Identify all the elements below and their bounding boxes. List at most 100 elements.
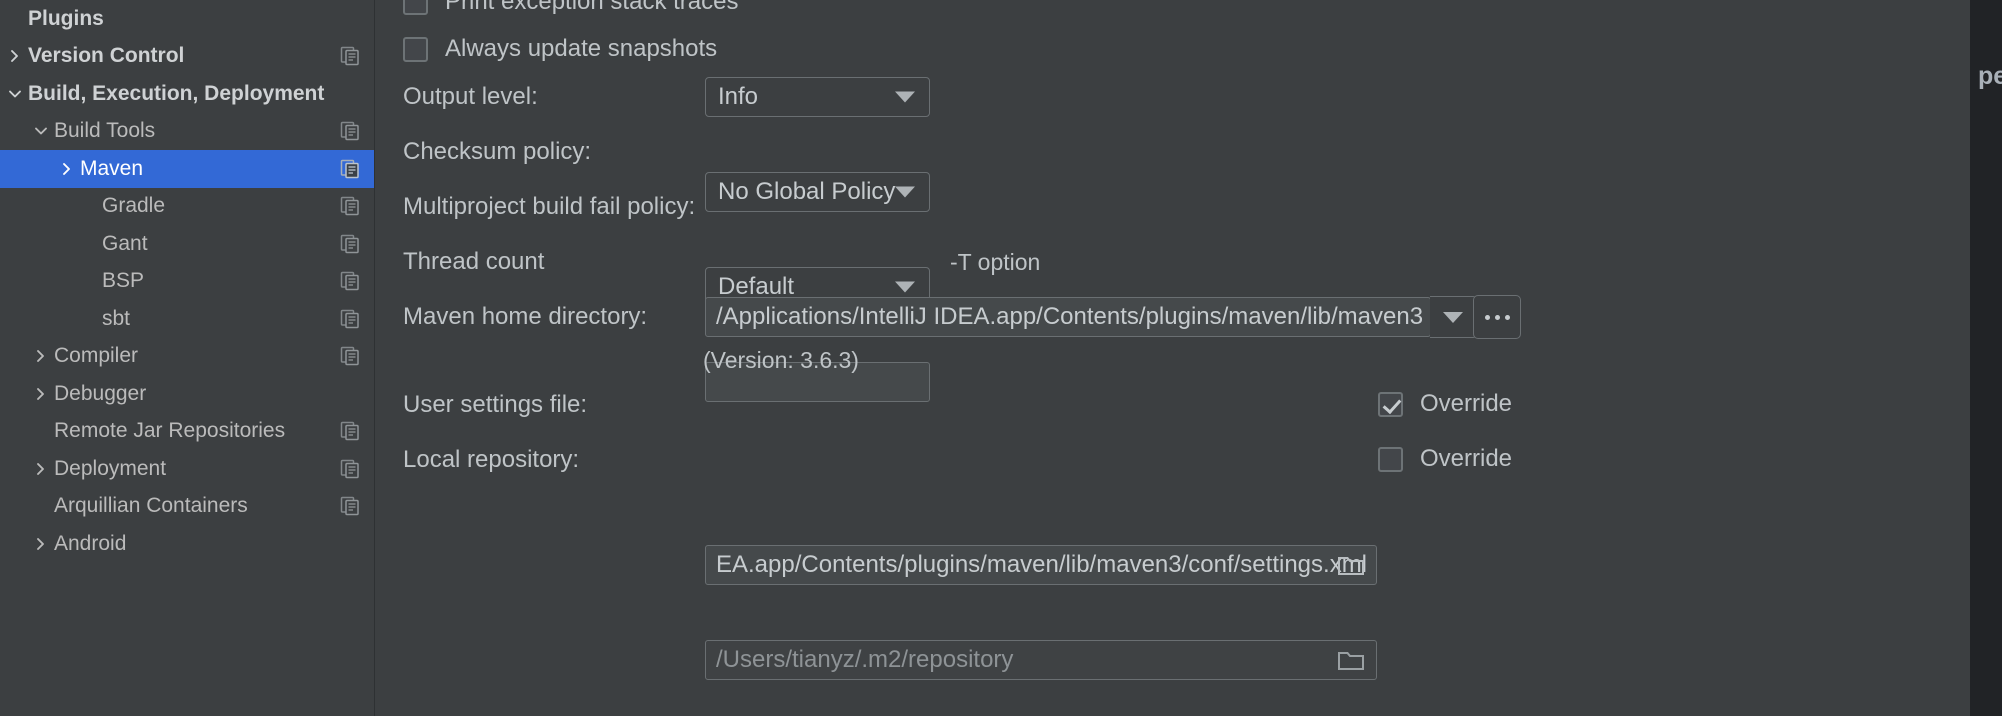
sidebar-item-gant[interactable]: Gant [0,225,374,263]
copy-icon[interactable] [340,309,360,329]
sidebar-item-version-control[interactable]: Version Control [0,38,374,76]
print-exception-stack-traces-row[interactable]: Print exception stack traces [403,0,738,16]
print-exception-stack-traces-label: Print exception stack traces [445,0,739,15]
output-level-combobox[interactable]: Info [705,77,930,117]
copy-icon[interactable] [340,121,360,141]
local-repository-override-row[interactable]: Override [1378,445,1512,473]
copy-icon[interactable] [340,421,360,441]
thread-count-hint-wrap: -T option [950,249,1040,276]
user-settings-file-label: User settings file: [403,391,588,418]
chevron-right-icon[interactable] [28,375,54,413]
sidebar-item-compiler[interactable]: Compiler [0,338,374,376]
local-repository-override-label: Override [1420,445,1513,472]
folder-icon[interactable] [1338,554,1364,576]
ellipsis-dot-icon [1504,314,1510,320]
thread-count-label: Thread count [403,248,545,275]
local-repository-value: /Users/tianyz/.m2/repository [716,646,1014,673]
sidebar-item-debugger[interactable]: Debugger [0,375,374,413]
chevron-down-icon [895,186,915,198]
user-settings-file-value: EA.app/Contents/plugins/maven/lib/maven3… [716,551,1368,578]
copy-icon[interactable] [340,271,360,291]
copy-icon[interactable] [340,159,360,179]
sidebar-item-remote-jar-repositories[interactable]: Remote Jar Repositories [0,413,374,451]
local-repository-override-checkbox[interactable] [1378,446,1403,472]
sidebar-item-label: sbt [102,306,131,330]
maven-home-directory-label: Maven home directory: [403,303,648,330]
copy-icon[interactable] [340,46,360,66]
thread-count-label-wrap: Thread count [403,248,544,276]
chevron-right-icon[interactable] [28,450,54,488]
sidebar-item-label: Build Tools [54,119,156,143]
sidebar-item-label: Android [54,531,127,555]
local-repository-input[interactable]: /Users/tianyz/.m2/repository [705,640,1377,680]
thread-count-hint: -T option [950,249,1041,275]
maven-settings-pane: Print exception stack traces Always upda… [375,0,1970,716]
sidebar-item-label: Version Control [28,44,185,68]
maven-home-directory-input[interactable]: /Applications/IntelliJ IDEA.app/Contents… [705,297,1431,337]
chevron-right-icon[interactable] [54,150,80,188]
checksum-policy-label: Checksum policy: [403,138,592,165]
output-level-label-wrap: Output level: [403,83,538,111]
sidebar-item-arquillian-containers[interactable]: Arquillian Containers [0,488,374,526]
chevron-down-icon [1442,311,1463,323]
chevron-down-icon [895,281,915,293]
sidebar-item-label: Build, Execution, Deployment [28,81,325,105]
sidebar-item-label: Maven [80,156,144,180]
maven-version-text: (Version: 3.6.3) [703,347,859,373]
settings-tree[interactable]: Plugins Version Control Build, Execution, … [0,0,375,716]
maven-home-directory-browse-button[interactable] [1473,295,1521,339]
chevron-right-icon[interactable] [28,338,54,376]
always-update-snapshots-row[interactable]: Always update snapshots [403,35,717,63]
sidebar-item-deployment[interactable]: Deployment [0,450,374,488]
maven-version-wrap: (Version: 3.6.3) [703,347,859,374]
chevron-right-icon[interactable] [28,525,54,563]
maven-home-directory-dropdown-button[interactable] [1430,296,1476,338]
sidebar-item-label: Compiler [54,344,139,368]
sidebar-item-label: Gant [102,231,148,255]
user-settings-file-label-wrap: User settings file: [403,391,587,419]
multiproject-build-fail-policy-label: Multiproject build fail policy: [403,193,696,220]
multiproject-policy-label-wrap: Multiproject build fail policy: [403,193,695,221]
sidebar-item-label: Arquillian Containers [54,494,248,518]
sidebar-item-maven[interactable]: Maven [0,150,374,188]
maven-home-label-wrap: Maven home directory: [403,303,647,331]
sidebar-item-label: Plugins [28,6,104,30]
settings-dialog: Plugins Version Control Build, Execution, … [0,0,1970,716]
sidebar-item-build-execution-deployment[interactable]: Build, Execution, Deployment [0,75,374,113]
copy-icon[interactable] [340,346,360,366]
backdrop-partial-text: pe [1978,62,2002,90]
output-level-value: Info [718,83,759,110]
sidebar-item-bsp[interactable]: BSP [0,263,374,301]
sidebar-item-sbt[interactable]: sbt [0,300,374,338]
always-update-snapshots-label: Always update snapshots [445,35,718,62]
sidebar-item-gradle[interactable]: Gradle [0,188,374,226]
maven-home-directory-value: /Applications/IntelliJ IDEA.app/Contents… [716,303,1424,330]
sidebar-item-label: Deployment [54,456,167,480]
checksum-policy-label-wrap: Checksum policy: [403,138,591,166]
chevron-down-icon [895,91,915,103]
folder-icon[interactable] [1338,649,1364,671]
copy-icon[interactable] [340,496,360,516]
sidebar-item-plugins[interactable]: Plugins [0,0,374,38]
chevron-right-icon[interactable] [2,38,28,76]
checksum-policy-combobox[interactable]: No Global Policy [705,172,930,212]
user-settings-file-override-checkbox[interactable] [1378,391,1403,417]
copy-icon[interactable] [340,234,360,254]
sidebar-item-build-tools[interactable]: Build Tools [0,113,374,151]
local-repository-label: Local repository: [403,446,580,473]
user-settings-file-input[interactable]: EA.app/Contents/plugins/maven/lib/maven3… [705,545,1377,585]
checksum-policy-value: No Global Policy [718,178,896,205]
always-update-snapshots-checkbox[interactable] [403,36,428,62]
user-settings-file-override-row[interactable]: Override [1378,390,1512,418]
print-exception-stack-traces-checkbox[interactable] [403,0,428,15]
chevron-down-icon[interactable] [28,113,54,151]
copy-icon[interactable] [340,459,360,479]
sidebar-item-android[interactable]: Android [0,525,374,563]
local-repository-label-wrap: Local repository: [403,446,579,474]
ellipsis-dot-icon [1484,314,1490,320]
output-level-label: Output level: [403,83,538,110]
sidebar-item-label: BSP [102,269,145,293]
chevron-down-icon[interactable] [2,75,28,113]
sidebar-item-label: Gradle [102,194,166,218]
copy-icon[interactable] [340,196,360,216]
